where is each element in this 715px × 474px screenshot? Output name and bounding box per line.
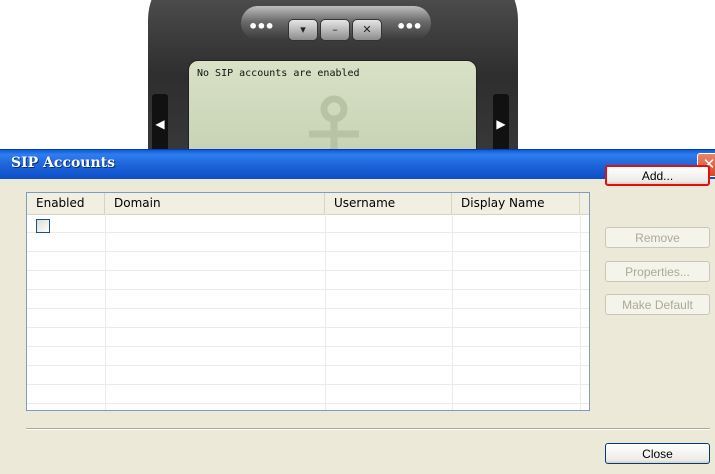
column-enabled[interactable]: Enabled — [27, 193, 105, 214]
list-header: Enabled Domain Username Display Name — [27, 193, 589, 215]
table-row — [27, 309, 589, 328]
make-default-button: Make Default — [605, 294, 710, 315]
close-button[interactable]: Close — [605, 443, 710, 464]
phone-dots-left: ••• — [248, 17, 275, 36]
softphone-window: ••• ••• ▾ – ✕ No SIP accounts are enable… — [148, 0, 518, 172]
phone-minimize-button[interactable]: – — [320, 19, 350, 41]
enabled-checkbox[interactable] — [36, 219, 50, 233]
table-row[interactable] — [27, 214, 589, 233]
column-domain[interactable]: Domain — [105, 193, 325, 214]
phone-close-button[interactable]: ✕ — [352, 19, 382, 41]
phone-dots-right: ••• — [396, 17, 423, 36]
accounts-list[interactable]: Enabled Domain Username Display Name — [26, 192, 590, 411]
phone-right-arrow-button[interactable]: ▶ — [493, 94, 509, 154]
add-button[interactable]: Add... — [605, 165, 710, 186]
table-row — [27, 347, 589, 366]
sip-accounts-dialog: SIP Accounts ✕ Enabled Domain Username D… — [0, 149, 715, 474]
table-row — [27, 252, 589, 271]
phone-status-text: No SIP accounts are enabled — [197, 68, 360, 79]
dialog-title: SIP Accounts — [11, 155, 116, 171]
table-row — [27, 328, 589, 347]
phone-left-arrow-button[interactable]: ◀ — [152, 94, 168, 154]
table-row — [27, 290, 589, 309]
column-display-name[interactable]: Display Name — [452, 193, 580, 214]
table-row — [27, 233, 589, 252]
table-row — [27, 385, 589, 404]
table-row — [27, 271, 589, 290]
properties-button: Properties... — [605, 261, 710, 282]
table-row — [27, 366, 589, 385]
separator — [26, 428, 710, 430]
column-username[interactable]: Username — [325, 193, 452, 214]
phone-dropdown-button[interactable]: ▾ — [288, 19, 318, 41]
remove-button: Remove — [605, 227, 710, 248]
